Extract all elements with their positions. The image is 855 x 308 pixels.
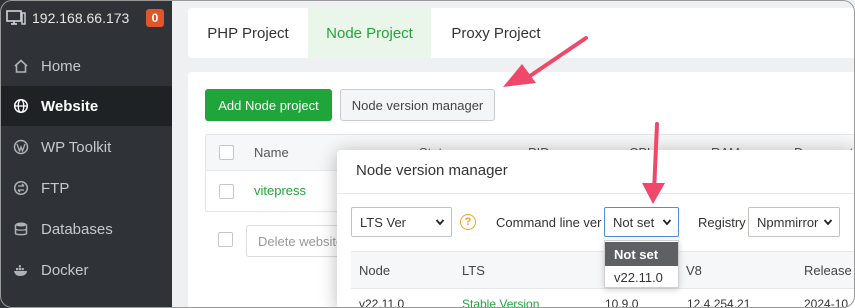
command-line-value: Not set — [613, 214, 655, 230]
sidebar-item-label: WP Toolkit — [41, 138, 112, 156]
docker-icon — [14, 265, 27, 276]
registry-label: Registry — [698, 215, 746, 230]
chevron-down-icon — [823, 219, 833, 226]
tab-node-project[interactable]: Node Project — [308, 8, 431, 58]
dropdown-option-v22[interactable]: v22.11.0 — [605, 265, 678, 289]
chevron-down-icon — [435, 219, 445, 226]
column-v8: V8 — [686, 263, 702, 278]
version-filter-select[interactable]: LTS Ver — [351, 207, 452, 237]
column-release: Release — [804, 263, 852, 278]
sidebar-item-label: Docker — [41, 261, 89, 279]
home-icon — [14, 59, 28, 73]
node-version-manager-button[interactable]: Node version manager — [340, 89, 495, 121]
notification-badge[interactable]: 0 — [146, 9, 164, 27]
bulk-select-checkbox[interactable] — [218, 232, 233, 247]
tab-php-project[interactable]: PHP Project — [188, 8, 308, 58]
help-icon[interactable]: ? — [460, 214, 476, 230]
chevron-down-icon — [662, 219, 672, 226]
tab-proxy-project[interactable]: Proxy Project — [431, 8, 561, 58]
column-name[interactable]: Name — [254, 145, 289, 160]
sidebar-item-website[interactable]: Website — [0, 86, 172, 126]
modal-title: Node version manager — [356, 162, 508, 179]
row-release-date: 2024-10 — [804, 297, 849, 308]
sidebar: 192.168.66.173 0 Home Website WP Toolkit… — [0, 0, 172, 308]
column-node: Node — [359, 263, 391, 278]
row-v8-version: 12.4.254.21 — [687, 297, 751, 308]
dropdown-option-not-set[interactable]: Not set — [605, 242, 678, 266]
node-version-manager-modal: Node version manager LTS Ver ? Command l… — [337, 150, 855, 308]
wordpress-icon — [13, 139, 29, 155]
sidebar-item-home[interactable]: Home — [0, 46, 172, 86]
command-line-label: Command line ver — [496, 215, 602, 230]
version-table-header: Node LTS npm V8 Release — [351, 251, 855, 289]
sidebar-item-label: Website — [41, 97, 99, 115]
sidebar-item-label: Databases — [41, 220, 113, 238]
registry-value: Npmmirror — [757, 214, 819, 230]
select-all-checkbox[interactable] — [219, 145, 234, 160]
modal-divider — [337, 193, 855, 194]
server-ip: 192.168.66.173 — [32, 10, 130, 26]
add-node-project-button[interactable]: Add Node project — [205, 89, 332, 121]
row-lts-status: Stable Version — [462, 297, 540, 308]
row-checkbox[interactable] — [219, 184, 234, 199]
command-line-version-select[interactable]: Not set — [604, 207, 679, 237]
sidebar-item-ftp[interactable]: FTP — [0, 168, 172, 208]
monitor-icon — [6, 10, 26, 25]
column-lts: LTS — [462, 263, 485, 278]
sidebar-item-docker[interactable]: Docker — [0, 250, 172, 290]
ftp-icon — [13, 180, 29, 196]
command-line-dropdown: Not set v22.11.0 — [604, 240, 679, 288]
sidebar-item-label: Home — [41, 57, 82, 75]
sidebar-item-label: FTP — [41, 179, 70, 197]
project-tabs: PHP Project Node Project Proxy Project — [188, 8, 855, 58]
version-filter-value: LTS Ver — [360, 214, 407, 230]
sidebar-item-wp-toolkit[interactable]: WP Toolkit — [0, 127, 172, 167]
database-icon — [14, 222, 28, 236]
project-name-link[interactable]: vitepress — [254, 183, 306, 198]
sidebar-item-databases[interactable]: Databases — [0, 209, 172, 249]
globe-icon — [13, 98, 29, 114]
registry-select[interactable]: Npmmirror — [748, 207, 840, 237]
row-npm-version: 10.9.0 — [605, 297, 639, 308]
row-node-version: v22.11.0 — [359, 297, 405, 308]
